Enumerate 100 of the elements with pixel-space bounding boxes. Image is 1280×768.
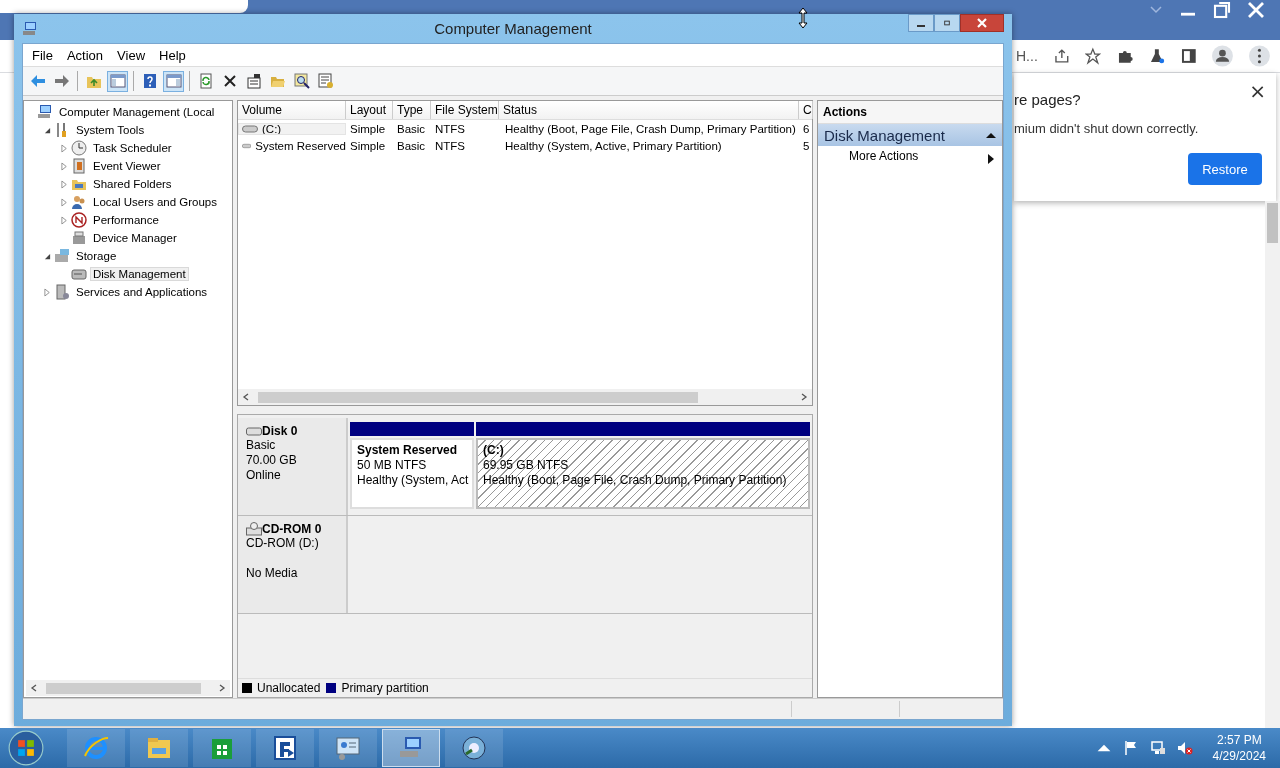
share-icon[interactable] [1053, 47, 1070, 65]
profile-icon[interactable] [1212, 44, 1234, 68]
menu-icon[interactable] [1249, 44, 1271, 68]
sidebar-icon[interactable] [1180, 47, 1197, 65]
collapsed-arrow-icon[interactable] [61, 215, 68, 225]
menu-item[interactable]: Help [152, 47, 193, 63]
collapsed-arrow-icon[interactable] [61, 197, 68, 207]
table-cell-text: Basic [396, 139, 427, 152]
collapsed-arrow-icon[interactable] [61, 143, 68, 153]
tree-item[interactable]: System Tools [73, 123, 148, 137]
column-header[interactable]: Status [499, 101, 799, 119]
tree-item[interactable]: Device Manager [90, 231, 180, 245]
disk-drive-icon [246, 424, 262, 438]
forward-arrow-icon [53, 73, 70, 89]
column-header[interactable]: C [799, 101, 813, 119]
search-icon [293, 73, 310, 89]
column-header[interactable]: Volume [238, 101, 346, 119]
speaker-muted-icon[interactable] [1176, 740, 1193, 756]
tree-item[interactable]: Shared Folders [90, 177, 175, 191]
pane-layout-icon [109, 73, 126, 89]
network-icon[interactable] [1149, 740, 1166, 756]
action-pane-button[interactable] [163, 70, 184, 92]
help-icon [141, 73, 158, 89]
partition-block[interactable]: (C:) 69.95 GB NTFS Healthy (Boot, Page File, Crash Dump, Primary Partition) [476, 438, 810, 509]
pane-layout-icon [165, 73, 182, 89]
close-button[interactable]: × [1247, 79, 1268, 103]
actions-section-header[interactable]: Disk Management [818, 124, 1002, 146]
table-cell-text: NTFS [434, 122, 467, 135]
tree-item[interactable]: Storage [73, 249, 120, 263]
close-button[interactable] [960, 14, 1004, 32]
tree-item[interactable]: Services and Applications [73, 285, 211, 299]
tree-item[interactable]: Local Users and Groups [90, 195, 220, 209]
scroll-left-icon[interactable] [242, 393, 250, 401]
table-cell-text: 6 [802, 122, 811, 135]
tree-item[interactable]: Computer Management (Local [56, 105, 218, 119]
folder-taskbar-button[interactable] [130, 729, 188, 767]
dialog-title: re pages? [1014, 91, 1081, 108]
menu-item[interactable]: File [25, 47, 60, 63]
printer-icon [71, 230, 87, 246]
partition-status: Healthy (Boot, Page File, Crash Dump, Primary Partition) [483, 473, 788, 488]
address-text[interactable]: H... [1016, 48, 1038, 64]
action-item[interactable]: More Actions [818, 146, 1002, 166]
dialog-message: mium didn't shut down correctly. [1014, 121, 1199, 136]
expanded-arrow-icon[interactable] [44, 252, 51, 260]
tree-item[interactable]: Task Scheduler [90, 141, 175, 155]
flag-icon[interactable] [1122, 740, 1139, 756]
disk-label-panel[interactable]: Disk 0 Basic 70.00 GB Online [238, 418, 348, 515]
scrollbar[interactable] [1265, 201, 1280, 728]
tree-item[interactable]: Event Viewer [90, 159, 164, 173]
collapse-icon[interactable] [986, 132, 996, 138]
console-tree-button[interactable] [107, 70, 128, 92]
disk-name: CD-ROM 0 [262, 522, 322, 536]
disk-name: Disk 0 [262, 424, 298, 438]
collapsed-arrow-icon[interactable] [61, 161, 68, 171]
globe-taskbar-button[interactable] [445, 729, 503, 767]
scroll-left-icon[interactable] [30, 684, 38, 692]
computer-icon [22, 20, 38, 37]
computer-taskbar-button[interactable] [382, 729, 440, 767]
clock-time[interactable]: 2:57 PM [1216, 732, 1262, 748]
browser-icon [82, 734, 110, 762]
tree-item[interactable]: Disk Management [90, 267, 189, 281]
table-cell-text: Simple [349, 122, 387, 135]
column-header[interactable]: File System [431, 101, 499, 119]
scroll-right-icon[interactable] [800, 393, 808, 401]
users-icon [71, 194, 87, 210]
expanded-arrow-icon[interactable] [44, 126, 51, 134]
collapsed-arrow-icon[interactable] [44, 287, 51, 297]
app-taskbar-button[interactable] [256, 729, 314, 767]
column-header[interactable]: Layout [346, 101, 393, 119]
disk-info: Basic [246, 438, 277, 453]
clock-date[interactable]: 4/29/2024 [1212, 748, 1266, 764]
table-cell-text: 5 [802, 139, 811, 152]
table-cell-text: Simple [349, 139, 387, 152]
restore-button[interactable]: Restore [1188, 153, 1262, 185]
store-taskbar-button[interactable] [193, 729, 251, 767]
menu-item[interactable]: View [110, 47, 153, 63]
disk-label-panel[interactable]: CD-ROM 0 CD-ROM (D:) No Media [238, 516, 348, 613]
scroll-right-icon[interactable] [218, 684, 226, 692]
settings-icon [317, 73, 334, 89]
storage-icon [54, 248, 70, 264]
collapsed-arrow-icon[interactable] [61, 179, 68, 189]
partition-block[interactable]: System Reserved 50 MB NTFS Healthy (System, Act [350, 438, 474, 509]
maximize-button[interactable] [934, 14, 960, 32]
partition-name: System Reserved [357, 443, 459, 458]
section-title: Disk Management [824, 126, 945, 144]
menu-item[interactable]: Action [59, 47, 111, 63]
window-title: Computer Management [433, 20, 593, 37]
minimize-button[interactable] [908, 14, 934, 32]
flask-icon[interactable] [1148, 47, 1165, 65]
partition-status: Healthy (System, Act [357, 473, 467, 488]
control-panel-taskbar-button[interactable] [319, 729, 377, 767]
horizontal-scrollbar[interactable] [26, 680, 230, 696]
tree-item[interactable]: Performance [90, 213, 162, 227]
back-arrow-icon [29, 73, 46, 89]
star-icon[interactable] [1085, 47, 1102, 65]
close-icon [977, 18, 987, 28]
partition-size: 50 MB NTFS [357, 458, 428, 473]
start-button[interactable] [8, 730, 44, 766]
column-header[interactable]: Type [393, 101, 431, 119]
horizontal-scrollbar[interactable] [238, 389, 812, 405]
